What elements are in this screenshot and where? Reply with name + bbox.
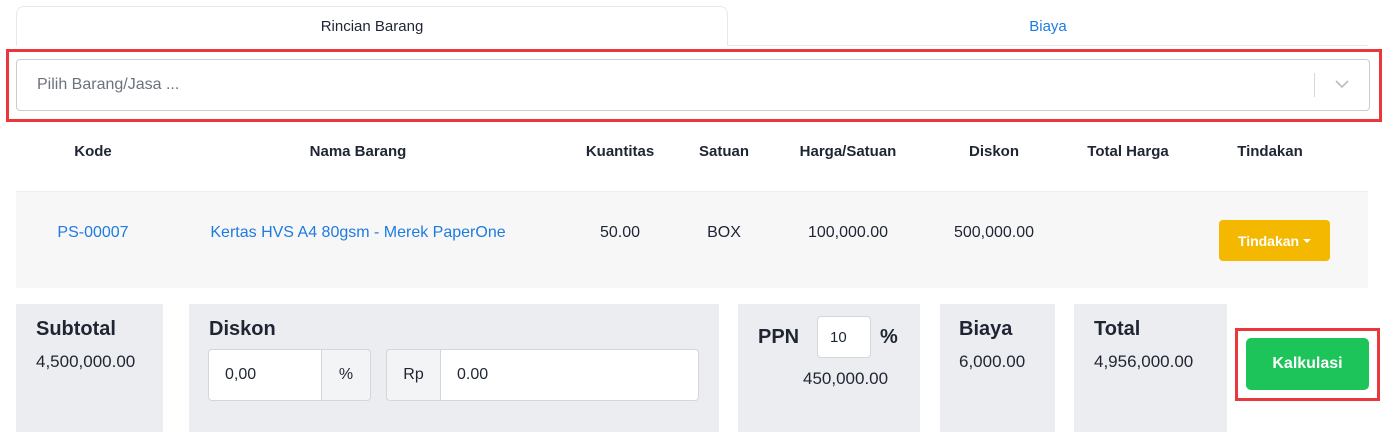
percent-addon-text: % (338, 366, 354, 383)
select-separator (1314, 73, 1315, 97)
percent-addon: % (321, 349, 371, 401)
col-header-total-harga: Total Harga (1087, 143, 1169, 160)
item-unit: BOX (707, 224, 741, 241)
tab-rincian-barang[interactable]: Rincian Barang (16, 6, 728, 46)
total-value: 4,956,000.00 (1094, 352, 1194, 371)
col-header-diskon: Diskon (968, 143, 1019, 160)
item-quantity: 50.00 (599, 224, 641, 241)
discount-percent-input[interactable]: 0,00 (208, 349, 322, 401)
biaya-panel: Biaya 6,000.00 (940, 304, 1055, 432)
ppn-rate-value: 10 (830, 328, 847, 346)
ppn-label: PPN (758, 326, 800, 348)
col-header-kode: Kode (74, 143, 112, 160)
discount-percent-value: 0,00 (225, 366, 257, 383)
discount-rp-value: 0.00 (457, 366, 489, 383)
tindakan-dropdown-button[interactable]: Tindakan (1219, 220, 1330, 261)
col-header-tindakan: Tindakan (1237, 143, 1303, 160)
col-header-harga-satuan: Harga/Satuan (799, 143, 897, 160)
subtotal-label: Subtotal (36, 318, 116, 340)
col-header-satuan: Satuan (698, 143, 749, 160)
item-code-link[interactable]: PS-00007 (33, 224, 153, 242)
discount-rp-input[interactable]: 0.00 (440, 349, 699, 401)
item-select[interactable]: Pilih Barang/Jasa ... (16, 59, 1370, 111)
subtotal-panel: Subtotal 4,500,000.00 (16, 304, 163, 432)
item-discount: 500,000.00 (953, 224, 1035, 241)
rp-addon-text: Rp (403, 366, 424, 383)
discount-label: Diskon (209, 318, 276, 340)
item-name-link[interactable]: Kertas HVS A4 80gsm - Merek PaperOne (178, 224, 538, 242)
ppn-panel: PPN 10 % 450,000.00 (738, 304, 920, 432)
tab-biaya[interactable]: Biaya (728, 6, 1368, 46)
biaya-label: Biaya (959, 318, 1013, 340)
ppn-value: 450,000.00 (803, 369, 889, 388)
item-unit-price: 100,000.00 (807, 224, 889, 241)
kalkulasi-button-label: Kalkulasi (1272, 355, 1343, 372)
ppn-rate-input[interactable]: 10 (817, 316, 871, 358)
ppn-percent-sign: % (880, 326, 898, 348)
total-panel: Total 4,956,000.00 (1074, 304, 1227, 432)
biaya-value: 6,000.00 (959, 352, 1026, 371)
subtotal-value: 4,500,000.00 (36, 352, 136, 371)
col-header-kuantitas: Kuantitas (585, 143, 655, 160)
discount-panel: Diskon 0,00 % Rp 0.00 (189, 304, 719, 432)
total-label: Total (1094, 318, 1141, 340)
kalkulasi-button[interactable]: Kalkulasi (1246, 338, 1369, 390)
item-select-placeholder: Pilih Barang/Jasa ... (37, 76, 180, 93)
caret-down-icon (1303, 239, 1312, 243)
tindakan-button-label: Tindakan (1237, 232, 1300, 249)
col-header-nama-barang: Nama Barang (309, 143, 407, 160)
chevron-down-icon[interactable] (1333, 75, 1351, 93)
tab-divider (728, 45, 1368, 46)
rp-addon: Rp (386, 349, 441, 401)
